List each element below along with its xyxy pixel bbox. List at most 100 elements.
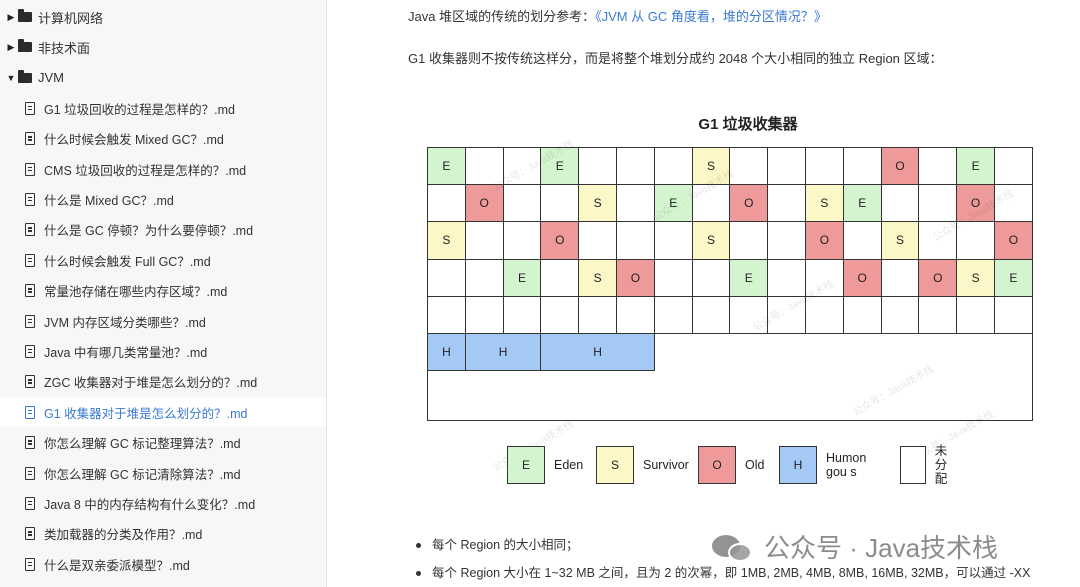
region-cell [653,295,693,334]
folder-item[interactable]: ▶ 非技术面 [0,32,326,62]
region-cell [578,147,617,186]
file-label: ZGC 收集器对于堆是怎么划分的？.md [44,376,258,391]
figure-title: G1 垃圾收集器 [698,116,798,133]
region-cell: S [805,184,844,223]
file-label: CMS 垃圾回收的过程是怎样的？.md [44,163,247,178]
wechat-icon [712,531,754,563]
region-cell [502,295,542,334]
caret-right-icon[interactable]: ▶ [6,12,16,23]
region-label: O [479,196,489,211]
file-item[interactable]: 什么时候会触发 Mixed GC？.md [0,124,326,154]
g1-heap-diagram: G1 垃圾收集器 E E S O E O S E O S E O S O S O S O E S O E O O S E H H H 公众… [427,105,1069,495]
region-cell: O [805,221,844,260]
file-label: 什么时候会触发 Mixed GC？.md [44,133,224,148]
region-cell: O [729,184,769,223]
region-cell [842,221,882,260]
region-label: O [895,159,905,174]
region-cell [767,184,806,223]
region-label: E [971,159,980,174]
file-item[interactable]: G1 垃圾回收的过程是怎样的？.md [0,93,326,123]
region-label: H [498,345,508,360]
region-cell [994,295,1033,334]
legend-item: 未分配 [900,444,960,486]
region-label: O [857,270,867,285]
legend-label: Humongou s [826,451,867,479]
file-item[interactable]: Java 8 中的内存结构有什么变化？.md [0,488,326,518]
region-cell [918,295,958,334]
file-item[interactable]: 什么时候会触发 Full GC？.md [0,245,326,275]
region-label: O [555,233,565,248]
file-item[interactable]: 类加载器的分类及作用？.md [0,519,326,549]
file-item[interactable]: CMS 垃圾回收的过程是怎样的？.md [0,154,326,184]
watermark-text: 公众号 · Java技术栈 [764,533,999,563]
file-item[interactable]: 什么是双亲委派模型？.md [0,549,326,579]
region-cell: S [427,221,466,260]
region-cell [540,184,580,223]
region-label: S [895,233,904,248]
legend-swatch: E [507,446,545,484]
document-icon [25,192,35,206]
legend-swatch: S [596,446,634,484]
article-content: Java 堆区域的传统的划分参考：《JVM 从 GC 角度看，堆的分区情况？》 … [328,0,1080,587]
file-label: 什么是 GC 停顿？为什么要停顿？.md [44,224,254,239]
legend-key: S [610,458,619,472]
file-item[interactable]: G1 收集器对于堆是怎么划分的？.md [0,397,326,428]
document-icon [25,314,35,328]
legend-key: O [712,458,722,472]
file-item[interactable]: 常量池存储在哪些内存区域？.md [0,276,326,306]
heap-partition-link[interactable]: 《JVM 从 GC 角度看，堆的分区情况？》 [595,9,827,24]
region-label: S [706,233,715,248]
file-label: 什么是 Mixed GC？.md [44,193,174,208]
file-label: Java 8 中的内存结构有什么变化？.md [44,497,256,512]
region-cell [691,258,731,297]
region-cell [578,221,617,260]
region-cell [880,295,920,334]
legend-key: E [521,458,530,472]
region-cell [691,295,731,334]
region-label: S [706,159,715,174]
folder-item[interactable]: ▶ 计算机网络 [0,2,326,32]
legend-item: O Old [698,445,764,485]
file-item[interactable]: Java 中有哪几类常量池？.md [0,336,326,366]
caret-down-icon[interactable]: ▼ [6,73,16,83]
wechat-watermark: 公众号 · Java技术栈 [712,528,998,565]
file-item[interactable]: JVM 内存区域分类哪些？.md [0,306,326,336]
document-icon [25,496,35,510]
region-cell [578,295,617,334]
region-cell [842,295,882,334]
list-item: 每个 Region 大小在 1~32 MB 之间，且为 2 的次幂，即 1MB,… [416,562,1030,587]
caret-right-icon[interactable]: ▶ [6,42,16,53]
region-cell [464,258,504,297]
region-label: E [1009,270,1018,285]
file-item[interactable]: 什么是 GC 停顿？为什么要停顿？.md [0,215,326,245]
file-item[interactable]: ZGC 收集器对于堆是怎么划分的？.md [0,367,326,397]
region-cell: O [616,258,655,297]
file-label: G1 垃圾回收的过程是怎样的？.md [44,102,235,117]
region-label: H [593,345,602,360]
region-label: S [971,270,980,285]
region-cell [842,147,882,186]
region-cell: E [729,258,769,297]
region-cell [805,147,844,186]
region-cell: S [956,258,995,297]
region-label: S [442,233,451,248]
humongous-region: H [464,333,542,372]
file-item[interactable]: 什么是 Mixed GC？.md [0,184,326,214]
file-item[interactable]: 你怎么理解 GC 标记清除算法？.md [0,458,326,488]
document-icon [25,132,35,146]
region-label: O [819,233,830,248]
region-cell: E [994,258,1033,297]
paragraph-heap-reference: Java 堆区域的传统的划分参考：《JVM 从 GC 角度看，堆的分区情况？》 [408,6,827,25]
region-cell [616,147,655,186]
folder-item[interactable]: ▼ JVM [0,63,326,93]
file-item[interactable]: 你怎么理解 GC 标记整理算法？.md [0,428,326,458]
paragraph-g1-regions: G1 收集器则不按传统这样分，而是将整个堆划分成约 2048 个大小相同的独立 … [408,51,943,66]
document-icon [25,101,35,115]
region-label: O [1008,233,1019,248]
file-label: 类加载器的分类及作用？.md [44,528,203,543]
legend-swatch [900,446,926,484]
region-label: O [744,196,754,211]
folder-label: JVM [38,70,64,86]
region-cell [880,258,920,297]
file-label: JVM 内存区域分类哪些？.md [44,315,206,330]
